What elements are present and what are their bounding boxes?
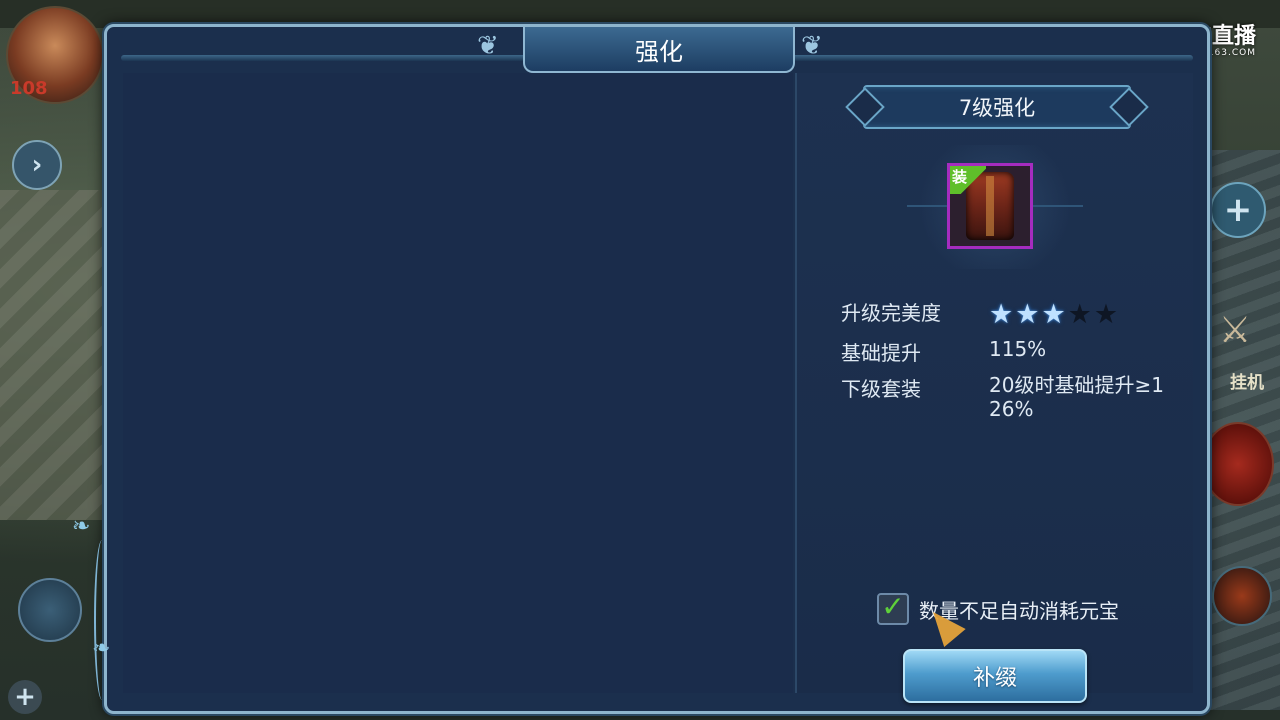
auto-battle-label: 挂机 [1230,373,1264,393]
dialog-title: 强化 [635,37,683,66]
equipment-slot[interactable]: 装 [947,163,1033,249]
mend-button[interactable]: 补缀 [903,649,1087,703]
expand-arrow-button[interactable]: › [12,140,62,190]
crossed-swords-icon: ⚔ [1218,309,1252,351]
auto-battle-button[interactable]: ⚔ [1210,300,1260,360]
star-filled-icon: ★ [1041,299,1066,330]
star-filled-icon: ★ [1015,299,1040,330]
star-filled-icon: ★ [989,299,1014,330]
star-empty-icon: ★ [1093,299,1119,330]
dialog-title-plate: 强化 [523,27,795,73]
base-boost-label: 基础提升 [841,341,921,365]
stone-wall [0,190,110,520]
mend-button-label: 补缀 [972,666,1017,691]
next-set-value: 20级时基础提升≥1 26% [989,373,1164,421]
skill-button[interactable] [1202,422,1274,506]
skill-ring-button[interactable] [1212,566,1272,626]
level-title: 7级强化 [958,96,1036,120]
auto-consume-checkbox[interactable]: ✓ [877,593,909,625]
plus-icon: + [1223,190,1253,230]
perfection-label: 升级完美度 [841,301,941,325]
chevron-right-icon: › [31,150,43,180]
auto-consume-row[interactable]: ✓ 数量不足自动消耗元宝 [877,593,1119,625]
plus-icon: + [14,682,36,712]
enhance-left-panel [123,73,793,693]
checkmark-icon: ✓ [881,590,905,623]
next-set-value-line1: 20级时基础提升≥1 [989,373,1164,397]
enhance-dialog: ❦ 强化 ❦ 7级强化 装 升级完美度 ★ ★ ★ ★ ★ 基础提升 115% … [104,24,1210,714]
star-empty-icon: ★ [1067,299,1092,330]
enhance-right-panel: 7级强化 装 升级完美度 ★ ★ ★ ★ ★ 基础提升 115% 下级套装 20… [795,73,1193,703]
next-set-value-line2: 26% [989,397,1034,421]
equipment-tag: 装 [950,166,986,194]
butterfly-icon: ❧ [72,514,91,539]
player-level: 108 [10,78,48,99]
title-ornament-right-icon: ❦ [801,31,823,61]
left-plus-button[interactable]: + [8,680,42,714]
perfection-stars: ★ ★ ★ ★ ★ [989,301,1118,329]
next-set-label: 下级套装 [841,377,921,401]
vine-decoration [94,540,110,700]
joystick-button[interactable] [18,578,82,642]
right-plus-button[interactable]: + [1210,182,1266,238]
base-boost-value: 115% [989,337,1047,361]
title-ornament-left-icon: ❦ [477,31,499,61]
level-title-plate: 7级强化 [863,85,1131,129]
